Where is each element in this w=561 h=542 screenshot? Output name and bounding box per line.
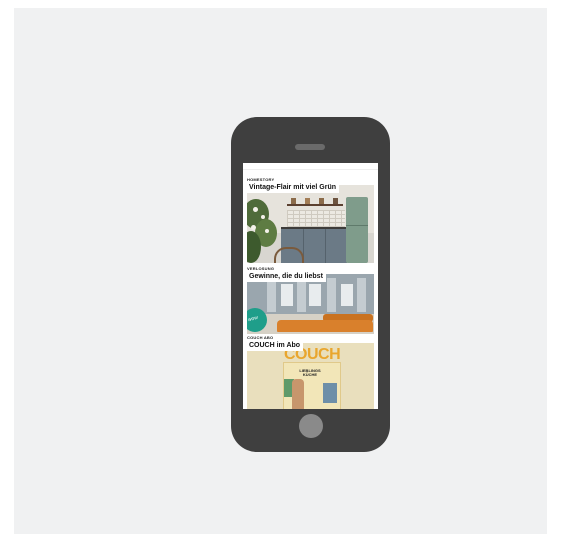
magazine-cover[interactable]: COUCH LIEBLINGS KÜCHE bbox=[247, 343, 374, 409]
mockup-background: HOMESTORY Vintage-Flair mit viel Grün VE… bbox=[14, 8, 547, 534]
phone-frame: HOMESTORY Vintage-Flair mit viel Grün VE… bbox=[231, 117, 390, 452]
cover-image-block bbox=[323, 383, 337, 403]
card-kicker: VERLOSUNG bbox=[247, 266, 275, 271]
home-button[interactable] bbox=[299, 414, 323, 438]
phone-screen[interactable]: HOMESTORY Vintage-Flair mit viel Grün VE… bbox=[243, 163, 378, 409]
window bbox=[341, 284, 353, 306]
flower bbox=[251, 225, 256, 230]
window bbox=[281, 284, 293, 306]
feed-card-abo[interactable]: COUCH ABO COUCH im Abo COUCH LIEBLINGS K… bbox=[247, 335, 374, 409]
kitchen-shelf bbox=[287, 204, 343, 206]
flower bbox=[261, 215, 265, 219]
cabinet-divider bbox=[325, 229, 326, 263]
feed-card-homestory[interactable]: HOMESTORY Vintage-Flair mit viel Grün bbox=[247, 177, 374, 263]
card-kicker: COUCH ABO bbox=[247, 335, 274, 340]
card-headline[interactable]: Vintage-Flair mit viel Grün bbox=[247, 183, 340, 193]
card-headline[interactable]: Gewinne, die du liebst bbox=[247, 272, 326, 282]
flower bbox=[253, 207, 258, 212]
window bbox=[309, 284, 321, 306]
wall-panel bbox=[267, 278, 276, 312]
kitchen-tiles bbox=[287, 210, 345, 228]
wall-panel bbox=[327, 278, 336, 312]
wall-panel bbox=[357, 278, 366, 312]
kitchen-photo[interactable] bbox=[247, 185, 374, 263]
card-kicker: HOMESTORY bbox=[247, 177, 275, 182]
card-headline[interactable]: COUCH im Abo bbox=[247, 341, 304, 351]
screen-top-bar bbox=[243, 163, 378, 170]
showroom-photo[interactable]: wow bbox=[247, 274, 374, 334]
retro-fridge bbox=[346, 197, 368, 263]
phone-speaker bbox=[295, 144, 325, 150]
cover-person bbox=[292, 379, 304, 409]
flower bbox=[265, 229, 269, 233]
chair bbox=[274, 247, 304, 263]
fridge-divider bbox=[346, 225, 368, 226]
magazine-subtitle: LIEBLINGS KÜCHE bbox=[299, 368, 321, 377]
orange-sofa bbox=[277, 320, 373, 332]
wall-panel bbox=[297, 278, 306, 312]
feed-card-verlosung[interactable]: VERLOSUNG Gewinne, die du liebst wow bbox=[247, 266, 374, 334]
